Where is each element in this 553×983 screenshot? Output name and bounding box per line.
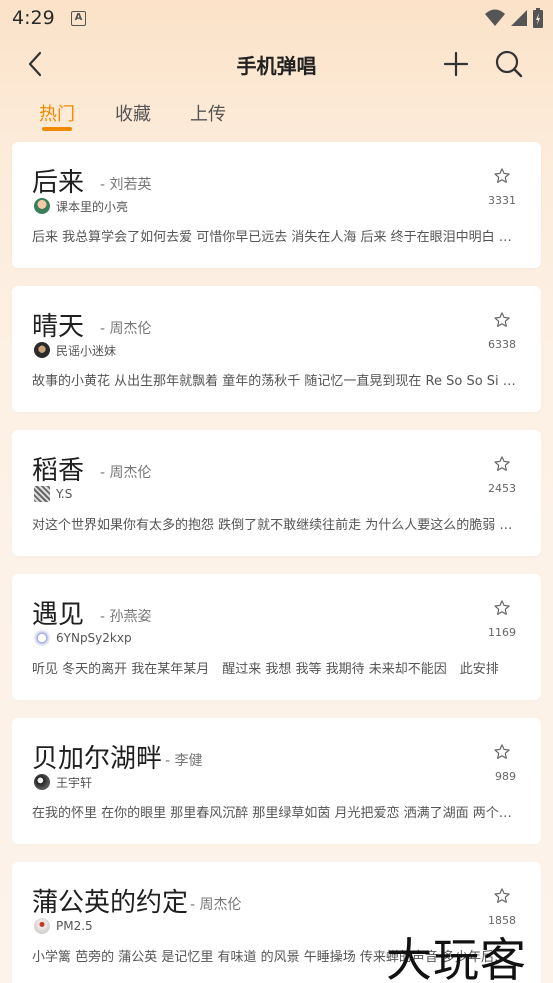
lyrics-preview: 后来 我总算学会了如何去爱 可惜你早已远去 消失在人海 后来 终于在眼泪中明白 …	[32, 230, 520, 245]
uploader-name: 6YNpSy2kxp	[56, 631, 132, 645]
star-icon[interactable]	[493, 887, 511, 905]
signal-icon	[511, 10, 527, 26]
lyrics-preview: 在我的怀里 在你的眼里 那里春风沉醉 那里绿草如茵 月光把爱恋 洒满了湖面 两个…	[32, 806, 520, 821]
favorite-count: 1169	[488, 626, 516, 639]
status-bar: 4:29 A	[0, 0, 553, 36]
avatar	[34, 342, 50, 358]
uploader: 6YNpSy2kxp	[34, 629, 132, 647]
active-tab-indicator	[42, 127, 72, 131]
song-artist: - 周杰伦	[190, 897, 242, 913]
song-title: 后来	[32, 168, 85, 198]
song-card[interactable]: 后来 - 刘若英 课本里的小亮 3331 后来 我总算学会了如何去爱 可惜你早已…	[12, 142, 541, 268]
uploader: 课本里的小亮	[34, 197, 128, 215]
uploader: Y.S	[34, 485, 72, 503]
favorite-count: 3331	[488, 194, 516, 207]
plus-icon[interactable]	[441, 49, 471, 79]
uploader-name: 王宇轩	[56, 775, 93, 790]
song-title: 蒲公英的约定	[32, 888, 189, 918]
avatar	[34, 486, 50, 502]
song-artist: - 刘若英	[100, 177, 152, 193]
star-icon[interactable]	[493, 311, 511, 329]
lyrics-preview: 故事的小黄花 从出生那年就飘着 童年的荡秋千 随记忆一直晃到现在 Re So S…	[32, 374, 520, 389]
notification-icon: A	[71, 11, 86, 26]
avatar	[34, 774, 50, 790]
tab-hot[interactable]: 热门	[39, 100, 75, 126]
song-title: 贝加尔湖畔	[32, 744, 163, 774]
top-bar: 手机弹唱	[0, 36, 553, 92]
song-card[interactable]: 稻香 - 周杰伦 Y.S 2453 对这个世界如果你有太多的抱怨 跌倒了就不敢继…	[12, 430, 541, 556]
lyrics-preview: 听见 冬天的离开 我在某年某月 醒过来 我想 我等 我期待 未来却不能因 此安排	[32, 662, 499, 677]
avatar	[34, 198, 50, 214]
tab-upload[interactable]: 上传	[190, 100, 226, 126]
star-icon[interactable]	[493, 743, 511, 761]
uploader-name: 课本里的小亮	[56, 199, 129, 214]
song-card[interactable]: 贝加尔湖畔 - 李健 王宇轩 989 在我的怀里 在你的眼里 那里春风沉醉 那里…	[12, 718, 541, 844]
song-title: 遇见	[32, 600, 85, 630]
song-title: 稻香	[32, 456, 85, 486]
lyrics-preview: 对这个世界如果你有太多的抱怨 跌倒了就不敢继续往前走 为什么人要这么的脆弱 堕落	[32, 518, 520, 533]
song-card[interactable]: 遇见 - 孙燕姿 6YNpSy2kxp 1169 听见 冬天的离开 我在某年某月…	[12, 574, 541, 700]
uploader: 民谣小迷妹	[34, 341, 116, 359]
status-icons	[485, 8, 543, 28]
uploader-name: 民谣小迷妹	[56, 343, 117, 358]
favorite-count: 2453	[488, 482, 516, 495]
song-artist: - 孙燕姿	[100, 609, 152, 625]
uploader-name: PM2.5	[56, 919, 93, 933]
status-time: 4:29	[12, 7, 55, 29]
watermark: 大玩客	[386, 933, 527, 983]
favorite-count: 6338	[488, 338, 516, 351]
wifi-icon	[485, 9, 505, 26]
uploader: PM2.5	[34, 917, 93, 935]
tab-favorites[interactable]: 收藏	[115, 100, 151, 126]
song-artist: - 李健	[165, 753, 203, 769]
song-title: 晴天	[32, 312, 85, 342]
favorite-count: 989	[495, 770, 516, 783]
star-icon[interactable]	[493, 599, 511, 617]
uploader: 王宇轩	[34, 773, 92, 791]
uploader-name: Y.S	[56, 487, 73, 501]
avatar	[34, 918, 50, 934]
search-icon[interactable]	[493, 48, 525, 80]
battery-icon	[533, 8, 543, 28]
avatar	[34, 630, 50, 646]
star-icon[interactable]	[493, 455, 511, 473]
song-artist: - 周杰伦	[100, 465, 152, 481]
tab-bar: 热门 收藏 上传	[0, 100, 553, 134]
song-artist: - 周杰伦	[100, 321, 152, 337]
star-icon[interactable]	[493, 167, 511, 185]
song-card[interactable]: 晴天 - 周杰伦 民谣小迷妹 6338 故事的小黄花 从出生那年就飘着 童年的荡…	[12, 286, 541, 412]
